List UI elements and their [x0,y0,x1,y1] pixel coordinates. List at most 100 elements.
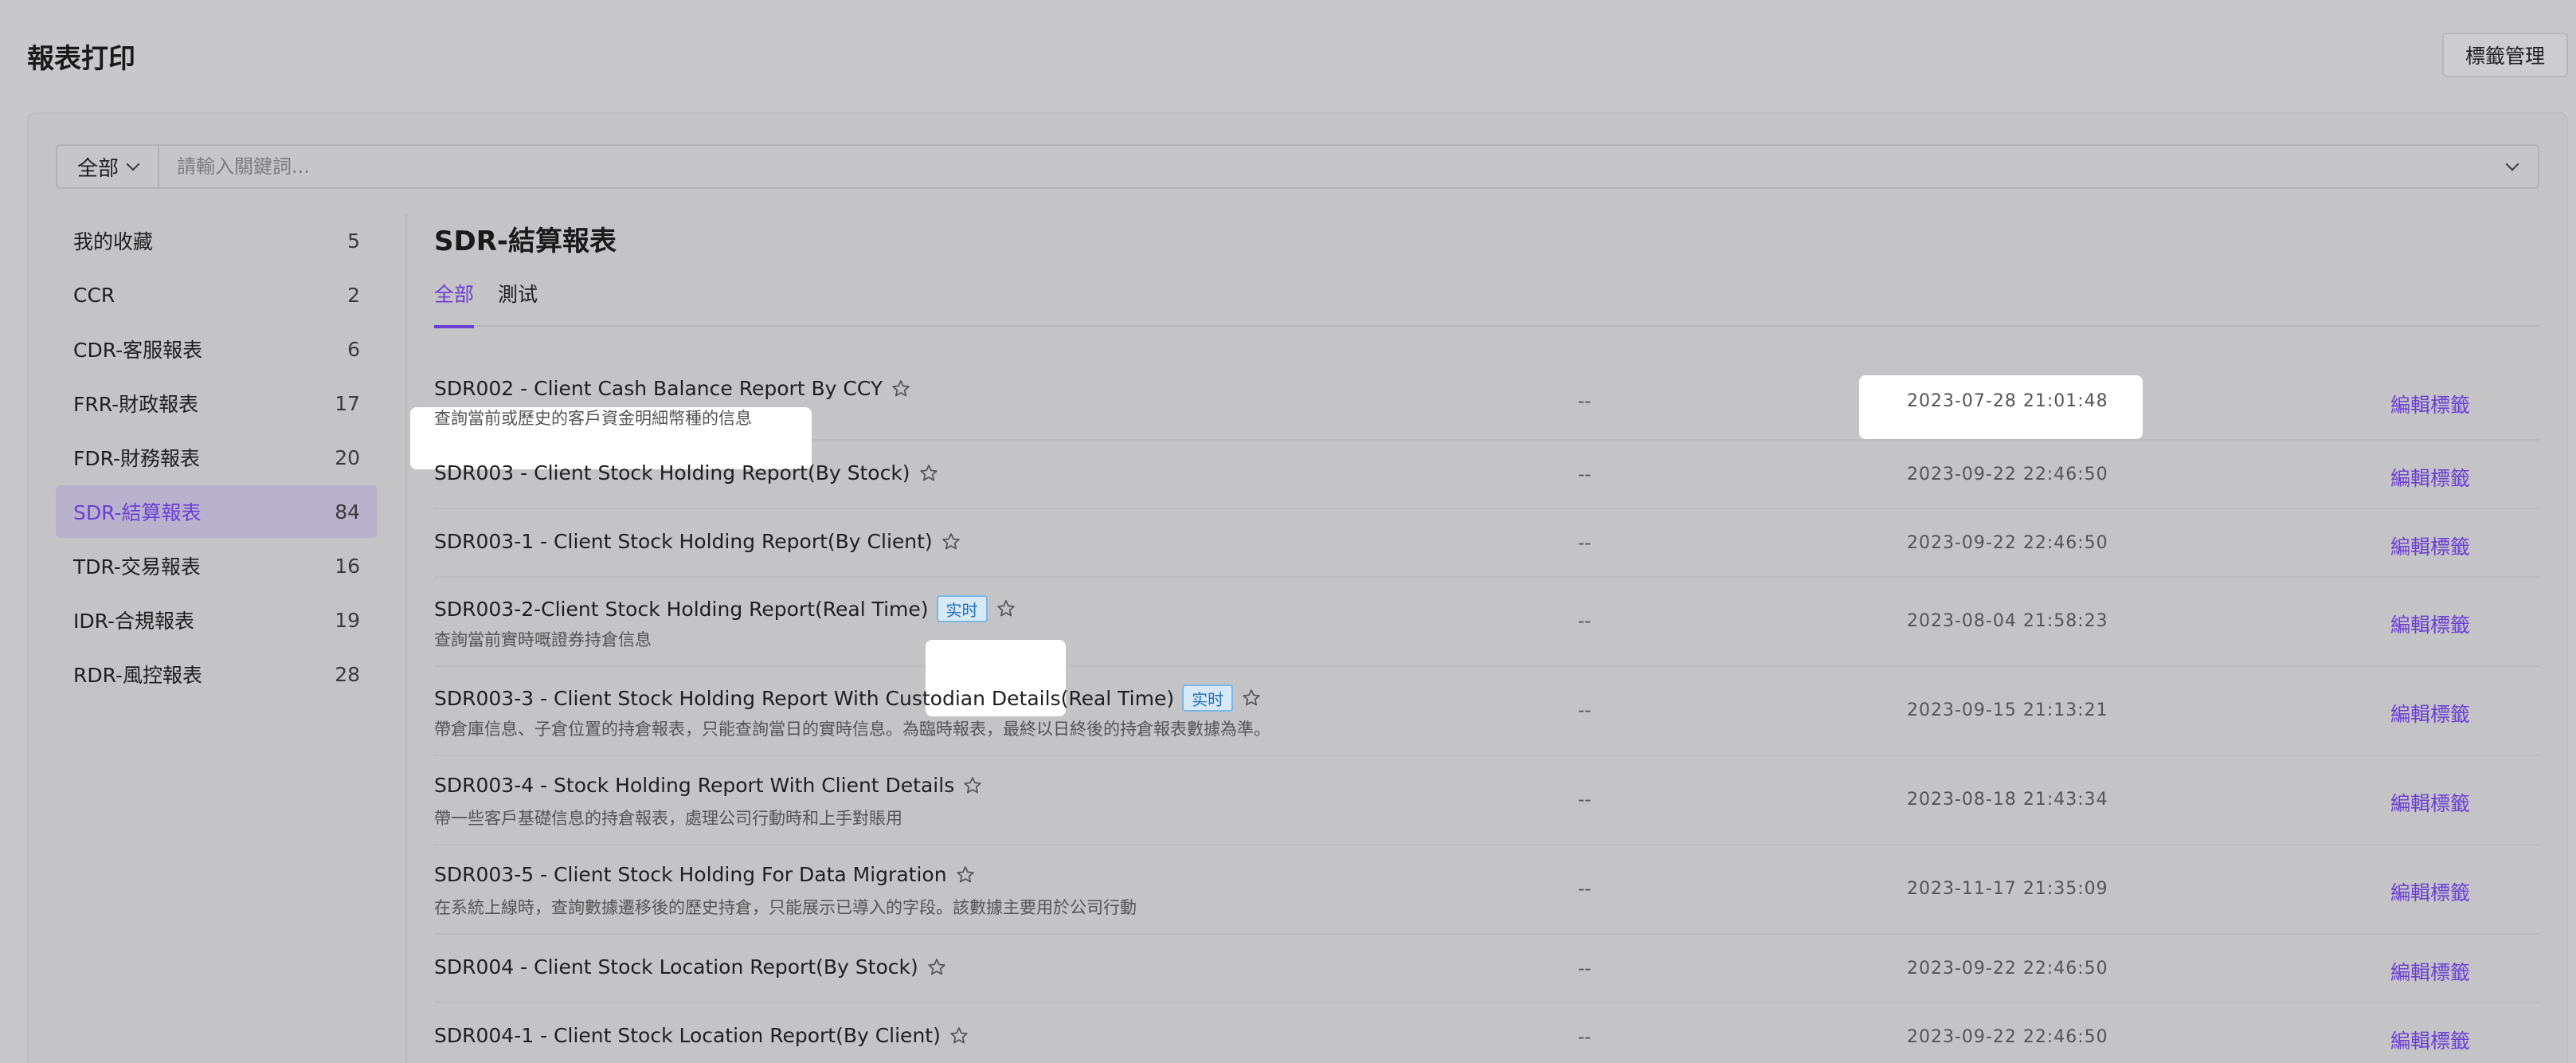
sidebar-item-tdr[interactable]: TDR-交易報表 16 [56,539,378,592]
edit-tags-link[interactable]: 編輯標籤 [2390,610,2470,638]
report-title-text: SDR002 - Client Cash Balance Report By C… [434,377,883,400]
report-title[interactable]: SDR003-5 - Client Stock Holding For Data… [434,863,976,886]
scope-select[interactable]: 全部 [57,146,159,187]
tab-all[interactable]: 全部 [434,279,475,328]
report-title-text: SDR004-1 - Client Stock Location Report(… [434,1024,941,1047]
edit-tags-link[interactable]: 編輯標籤 [2390,390,2470,418]
tab-test[interactable]: 測试 [498,279,538,327]
table-row[interactable]: SDR003-2-Client Stock Holding Report(Rea… [434,578,2539,716]
category-sidebar: 我的收藏 5 CCR 2 CDR-客服報表 6 FRR-財政報表 17 FDR-財務報表… [56,214,378,702]
star-outline-icon[interactable] [955,865,976,885]
star-outline-icon[interactable] [996,598,1016,619]
sidebar-item-count: 2 [347,283,360,307]
sidebar-item-label: CCR [73,283,115,307]
report-list: SDR002 - Client Cash Balance Report By C… [410,359,2539,1063]
report-title-text: SDR003-3 - Client Stock Holding Report W… [434,686,1175,710]
sidebar-item-ccr[interactable]: CCR 2 [56,269,378,321]
report-content: SDR-結算報表 全部 測试 SDR002 - Client Cash Bala… [410,214,2539,1053]
report-tags: -- [1578,700,1591,721]
sidebar-item-rdr[interactable]: RDR-風控報表 28 [56,648,378,700]
star-outline-icon[interactable] [918,463,939,484]
report-title[interactable]: SDR002 - Client Cash Balance Report By C… [434,377,911,400]
sidebar-item-label: 我的收藏 [73,230,154,253]
star-outline-icon[interactable] [1241,688,1262,708]
sidebar-item-count: 17 [335,391,360,415]
report-title-text: SDR003-1 - Client Stock Holding Report(B… [434,530,933,553]
table-row[interactable]: SDR004-1 - Client Stock Location Report(… [434,1003,2539,1063]
section-title: SDR-結算報表 [434,226,617,257]
scope-select-value: 全部 [76,156,119,181]
table-row[interactable]: SDR004 - Client Stock Location Report(By… [434,935,2539,1003]
sidebar-item-fdr[interactable]: FDR-財務報表 20 [56,431,378,484]
edit-tags-link[interactable]: 編輯標籤 [2390,463,2470,492]
sidebar-divider [405,214,407,1063]
report-title[interactable]: SDR003-2-Client Stock Holding Report(Rea… [434,595,1016,622]
sidebar-item-frr[interactable]: FRR-財政報表 17 [56,377,378,430]
search-input[interactable] [159,146,2507,187]
report-date: 2023-11-17 21:35:09 [1907,879,2108,899]
edit-tags-link[interactable]: 編輯標籤 [2390,957,2470,986]
tab-bar: 全部 測试 [434,279,2539,328]
sidebar-item-count: 5 [347,229,360,253]
chevron-down-icon[interactable] [2505,157,2519,171]
report-title-text: SDR003 - Client Stock Holding Report(By … [434,461,910,484]
report-date: 2023-09-15 21:13:21 [1907,700,2108,720]
table-row[interactable]: SDR003-1 - Client Stock Holding Report(B… [434,509,2539,578]
edit-tags-link[interactable]: 編輯標籤 [2390,699,2470,728]
report-title-text: SDR003-4 - Stock Holding Report With Cli… [434,774,955,797]
report-tags: -- [1578,465,1591,485]
sidebar-item-cdr[interactable]: CDR-客服報表 6 [56,323,378,375]
edit-tags-link[interactable]: 編輯標籤 [2390,877,2470,906]
report-description: 帶倉庫信息、子倉位置的持倉報表，只能查詢當日的實時信息。為臨時報表，最終以日終後… [434,720,1270,739]
report-title[interactable]: SDR003-4 - Stock Holding Report With Cli… [434,774,983,797]
star-outline-icon[interactable] [891,379,911,399]
report-title[interactable]: SDR003-3 - Client Stock Holding Report W… [434,684,1262,712]
sidebar-item-count: 16 [335,554,360,578]
report-description: 查詢當前或歷史的客戶資金明細幣種的信息 [434,409,752,428]
sidebar-item-label: FRR-財政報表 [73,393,199,416]
edit-tags-link[interactable]: 編輯標籤 [2390,788,2470,817]
report-tags: -- [1578,611,1591,632]
report-date: 2023-07-28 21:01:48 [1907,391,2108,411]
sidebar-item-label: RDR-風控報表 [73,664,202,687]
report-date: 2023-08-18 21:43:34 [1907,790,2108,810]
report-title[interactable]: SDR004-1 - Client Stock Location Report(… [434,1024,969,1047]
page-title: 報表打印 [27,43,135,75]
report-tags: -- [1578,533,1591,554]
report-tags: -- [1578,790,1591,810]
sidebar-item-count: 28 [335,662,360,686]
report-tags: -- [1578,1027,1591,1048]
realtime-badge: 实时 [936,595,988,622]
table-row[interactable]: SDR002 - Client Cash Balance Report By C… [410,359,2539,469]
star-outline-icon[interactable] [941,532,961,552]
star-outline-icon[interactable] [962,775,983,796]
report-tags: -- [1578,959,1591,979]
report-panel: 全部 我的收藏 5 CCR 2 CDR-客服報表 6 FRR-財政報表 17 FDR-財… [27,112,2568,1063]
tag-management-button[interactable]: 標籤管理 [2442,33,2568,77]
sidebar-item-count: 20 [335,445,360,469]
edit-tags-link[interactable]: 編輯標籤 [2390,532,2470,560]
report-title[interactable]: SDR003-1 - Client Stock Holding Report(B… [434,530,961,553]
report-date: 2023-09-22 22:46:50 [1907,533,2108,553]
report-title-text: SDR003-5 - Client Stock Holding For Data… [434,863,947,886]
chevron-down-icon [126,157,140,171]
report-date: 2023-09-22 22:46:50 [1907,959,2108,979]
table-row[interactable]: SDR003 - Client Stock Holding Report(By … [434,441,2539,509]
sidebar-item-idr[interactable]: IDR-合規報表 19 [56,594,378,646]
report-date: 2023-08-04 21:58:23 [1907,611,2108,631]
report-title-text: SDR003-2-Client Stock Holding Report(Rea… [434,597,929,621]
table-row[interactable]: SDR003-4 - Stock Holding Report With Cli… [434,756,2539,845]
sidebar-item-sdr[interactable]: SDR-結算報表 84 [56,485,378,538]
table-row[interactable]: SDR003-5 - Client Stock Holding For Data… [434,845,2539,935]
star-outline-icon[interactable] [949,1026,969,1046]
report-title-text: SDR004 - Client Stock Location Report(By… [434,955,918,979]
report-description: 帶一些客戶基礎信息的持倉報表，處理公司行動時和上手對賬用 [434,809,902,828]
edit-tags-link[interactable]: 編輯標籤 [2390,1026,2470,1054]
table-row[interactable]: SDR003-3 - Client Stock Holding Report W… [434,667,2539,756]
report-title[interactable]: SDR004 - Client Stock Location Report(By… [434,955,947,979]
report-date: 2023-09-22 22:46:50 [1907,465,2108,484]
realtime-badge: 实时 [1182,684,1234,712]
sidebar-item-favorites[interactable]: 我的收藏 5 [56,214,378,267]
star-outline-icon[interactable] [926,957,947,978]
report-title[interactable]: SDR003 - Client Stock Holding Report(By … [434,461,939,484]
